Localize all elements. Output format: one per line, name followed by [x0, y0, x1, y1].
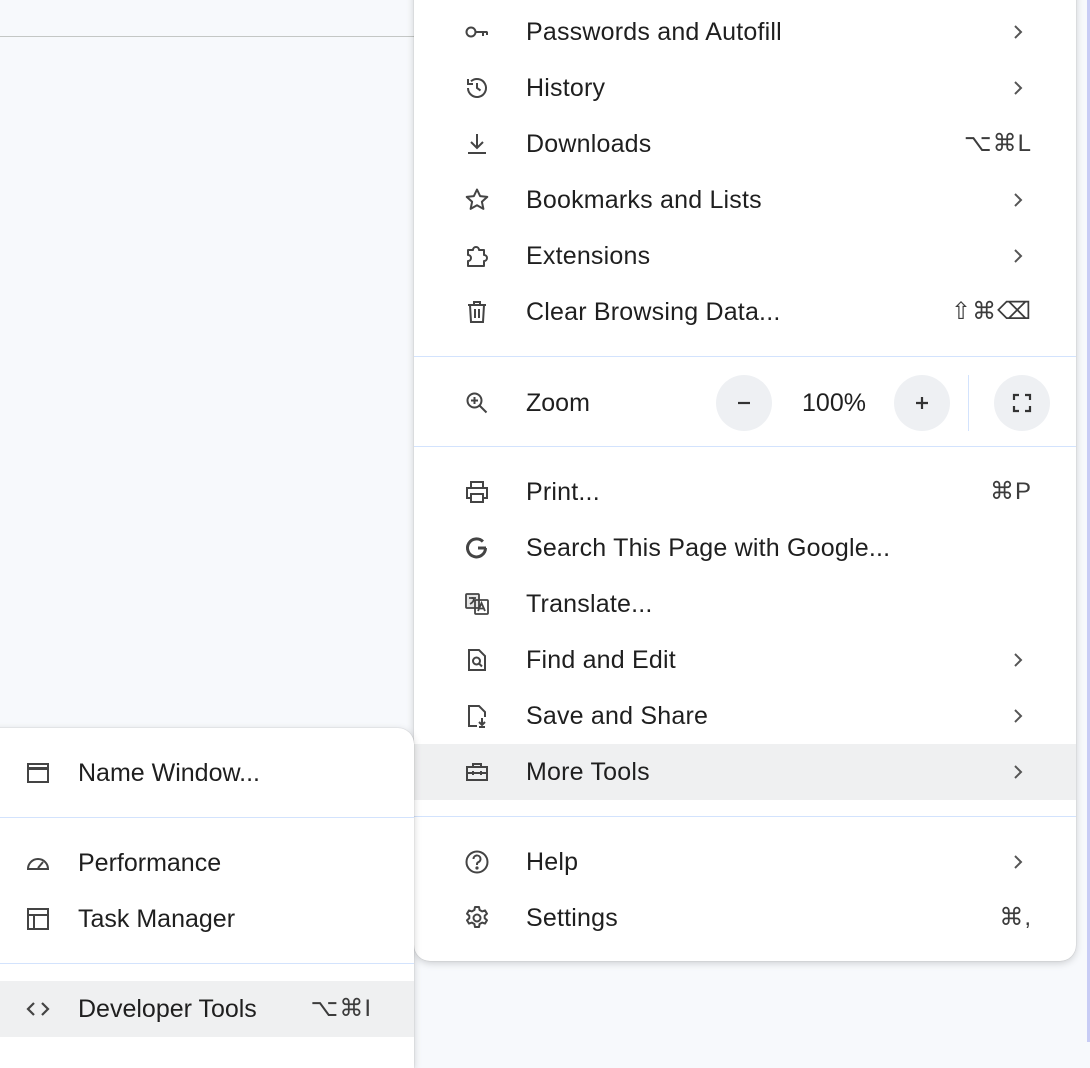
- menu-separator: [414, 816, 1076, 817]
- printer-icon: [462, 479, 492, 505]
- submenu-separator: [0, 817, 414, 818]
- menu-item-clear-browsing-data[interactable]: Clear Browsing Data... ⇧⌘⌫: [414, 284, 1076, 340]
- menu-item-label: Print...: [526, 478, 600, 506]
- fullscreen-icon: [1012, 393, 1032, 413]
- menu-item-extensions[interactable]: Extensions: [414, 228, 1076, 284]
- code-icon: [24, 996, 52, 1022]
- menu-item-label: Passwords and Autofill: [526, 18, 782, 46]
- menu-item-label: Clear Browsing Data...: [526, 298, 781, 326]
- chevron-right-icon: [1008, 190, 1028, 210]
- minus-icon: [738, 401, 750, 405]
- menu-item-help[interactable]: Help: [414, 834, 1076, 890]
- submenu-item-name-window[interactable]: Name Window...: [0, 745, 414, 801]
- menu-item-label: Help: [526, 848, 579, 876]
- menu-item-label: Settings: [526, 904, 618, 932]
- submenu-item-label: Developer Tools: [78, 995, 257, 1023]
- toolbar-divider: [0, 36, 420, 37]
- submenu-item-developer-tools[interactable]: Developer Tools ⌥⌘I: [0, 981, 414, 1037]
- more-tools-submenu: Name Window... Performance Task Manager …: [0, 728, 414, 1068]
- zoom-in-button[interactable]: [894, 375, 950, 431]
- chevron-right-icon: [1008, 650, 1028, 670]
- chevron-right-icon: [1008, 852, 1028, 872]
- submenu-item-task-manager[interactable]: Task Manager: [0, 891, 414, 947]
- translate-icon: [462, 591, 492, 617]
- window-icon: [24, 760, 52, 786]
- menu-item-save-share[interactable]: Save and Share: [414, 688, 1076, 744]
- menu-item-label: Save and Share: [526, 702, 709, 730]
- key-icon: [462, 19, 492, 45]
- zoom-level-value: 100%: [802, 389, 866, 417]
- menu-item-label: Find and Edit: [526, 646, 676, 674]
- menu-item-settings[interactable]: Settings ⌘,: [414, 890, 1076, 946]
- chevron-right-icon: [1008, 78, 1028, 98]
- fullscreen-button[interactable]: [994, 375, 1050, 431]
- menu-separator: [414, 356, 1076, 357]
- menu-item-print[interactable]: Print... ⌘P: [414, 464, 1076, 520]
- keyboard-shortcut: ⌘P: [989, 478, 1032, 505]
- task-manager-icon: [24, 906, 52, 932]
- submenu-separator: [0, 963, 414, 964]
- menu-item-find-edit[interactable]: Find and Edit: [414, 632, 1076, 688]
- menu-item-bookmarks-lists[interactable]: Bookmarks and Lists: [414, 172, 1076, 228]
- plus-icon: [916, 397, 928, 409]
- trash-icon: [462, 299, 492, 325]
- menu-item-label: Translate...: [526, 590, 653, 618]
- toolbox-icon: [462, 759, 492, 785]
- gear-icon: [462, 905, 492, 931]
- zoom-out-button[interactable]: [716, 375, 772, 431]
- star-icon: [462, 187, 492, 213]
- menu-item-translate[interactable]: Translate...: [414, 576, 1076, 632]
- save-share-icon: [462, 703, 492, 729]
- menu-item-more-tools[interactable]: More Tools: [414, 744, 1076, 800]
- menu-separator: [414, 446, 1076, 447]
- zoom-in-magnifier-icon: [462, 390, 492, 416]
- google-icon: [462, 535, 492, 561]
- menu-item-downloads[interactable]: Downloads ⌥⌘L: [414, 116, 1076, 172]
- menu-item-label: Bookmarks and Lists: [526, 186, 762, 214]
- menu-item-label: Search This Page with Google...: [526, 534, 891, 562]
- keyboard-shortcut: ⌘,: [999, 904, 1032, 931]
- history-icon: [462, 75, 492, 101]
- chevron-right-icon: [1008, 762, 1028, 782]
- chevron-right-icon: [1008, 246, 1028, 266]
- download-icon: [462, 131, 492, 157]
- zoom-divider: [968, 375, 969, 431]
- zoom-control-row: Zoom 100%: [414, 358, 1076, 448]
- find-page-icon: [462, 647, 492, 673]
- menu-item-label: Downloads: [526, 130, 652, 158]
- menu-item-history[interactable]: History: [414, 60, 1076, 116]
- keyboard-shortcut: ⇧⌘⌫: [950, 298, 1032, 325]
- puzzle-icon: [462, 243, 492, 269]
- chevron-right-icon: [1008, 706, 1028, 726]
- menu-item-label: Extensions: [526, 242, 651, 270]
- menu-item-passwords-autofill[interactable]: Passwords and Autofill: [414, 4, 1076, 60]
- menu-item-label: History: [526, 74, 606, 102]
- submenu-item-label: Task Manager: [78, 905, 236, 933]
- help-icon: [462, 849, 492, 875]
- keyboard-shortcut: ⌥⌘L: [963, 130, 1032, 157]
- speedometer-icon: [24, 850, 52, 876]
- submenu-item-label: Name Window...: [78, 759, 261, 787]
- keyboard-shortcut: ⌥⌘I: [310, 995, 372, 1022]
- submenu-item-performance[interactable]: Performance: [0, 835, 414, 891]
- menu-item-label: More Tools: [526, 758, 650, 786]
- zoom-label: Zoom: [526, 389, 590, 417]
- submenu-item-label: Performance: [78, 849, 222, 877]
- chrome-main-menu: Passwords and Autofill History Downloads…: [414, 0, 1076, 961]
- chevron-right-icon: [1008, 22, 1028, 42]
- menu-item-search-page-google[interactable]: Search This Page with Google...: [414, 520, 1076, 576]
